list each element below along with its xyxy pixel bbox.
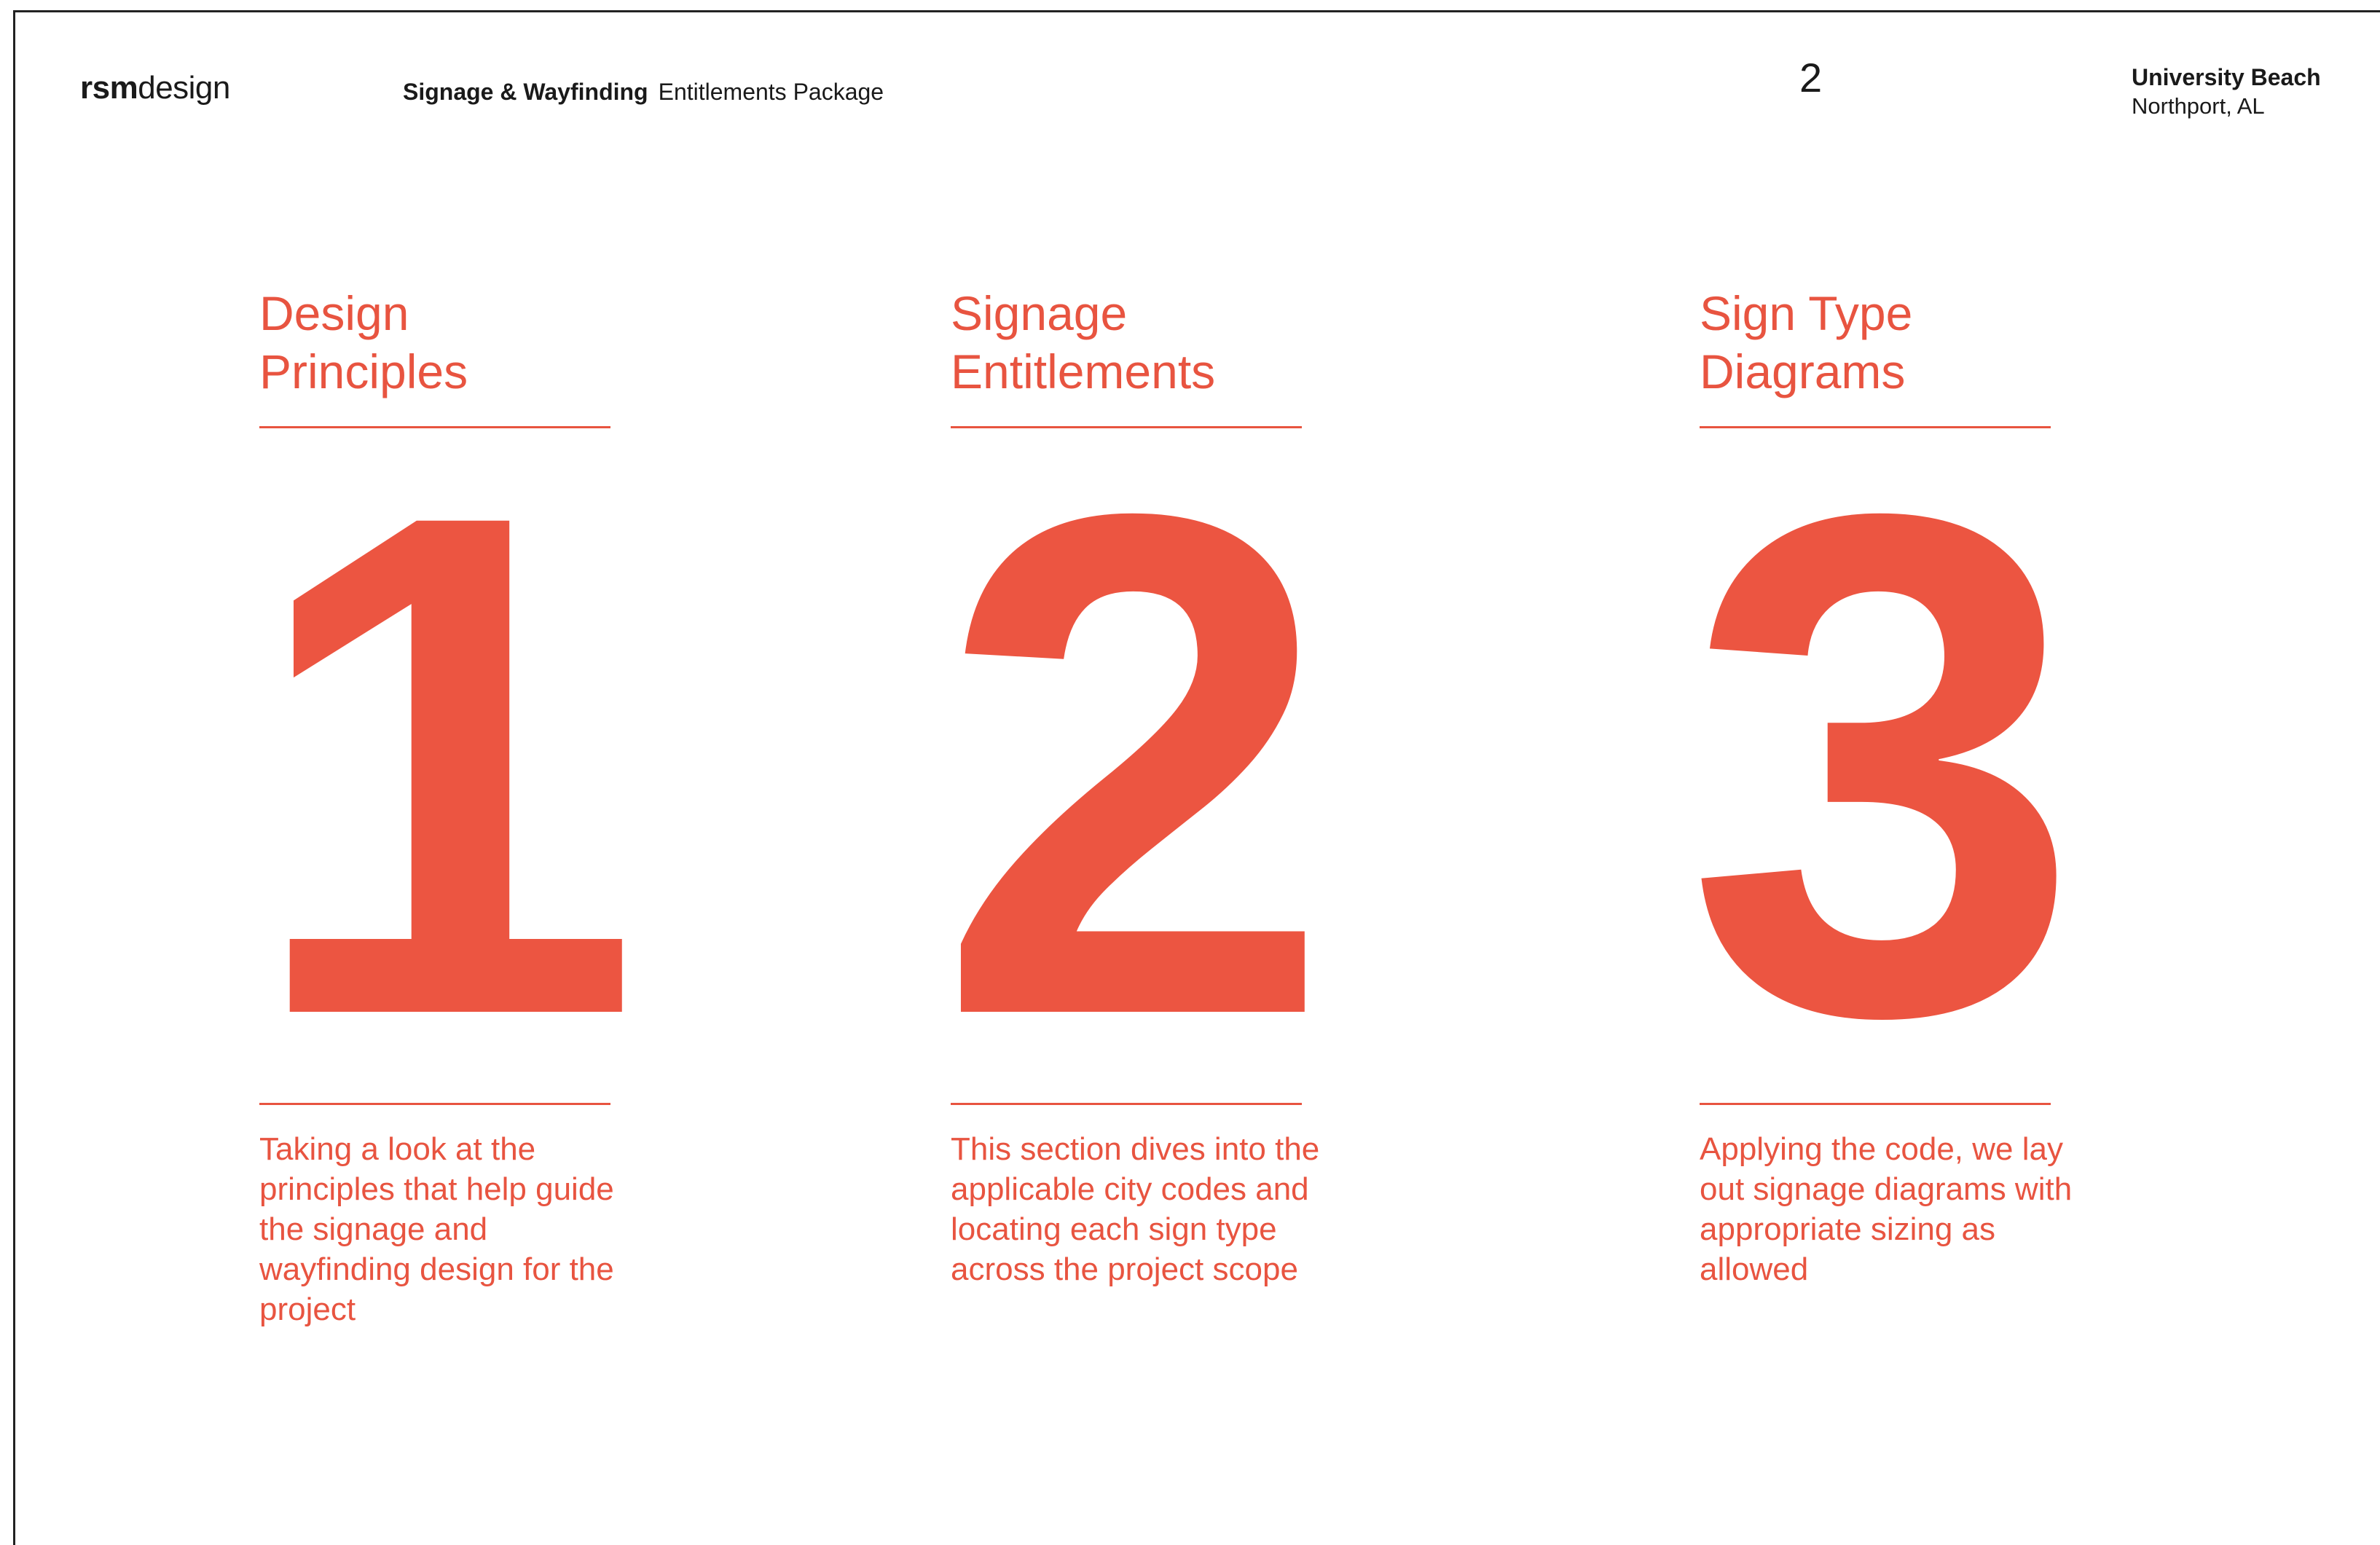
- page-number: 2: [1799, 55, 1823, 101]
- project-location: Northport, AL: [2132, 93, 2265, 119]
- section-description: Applying the code, we lay out signage di…: [1700, 1131, 2073, 1287]
- section-bottom-divider: [259, 1103, 610, 1105]
- section-heading-line1: Sign Type: [1700, 286, 1913, 340]
- brand-logo-light: design: [138, 70, 230, 106]
- document-title: Signage & Wayfinding Entitlements Package: [403, 79, 884, 106]
- section-numeral: 3: [1685, 366, 2082, 1163]
- document-title-bold: Signage & Wayfinding: [403, 79, 648, 105]
- section-numeral: 2: [936, 366, 1333, 1163]
- project-info: University Beach Northport, AL: [2132, 63, 2321, 121]
- section-bottom-divider: [1700, 1103, 2051, 1105]
- section-design-principles: Design Principles 1 Taking a look at the…: [245, 284, 769, 1327]
- document-title-light: Entitlements Package: [658, 79, 884, 105]
- section-description: This section dives into the applicable c…: [951, 1131, 1320, 1287]
- project-name: University Beach: [2132, 64, 2321, 90]
- section-heading-line1: Design: [259, 286, 409, 340]
- section-bottom-divider: [951, 1103, 1302, 1105]
- section-sign-type-diagrams: Sign Type Diagrams 3 Applying the code, …: [1685, 284, 2210, 1287]
- section-signage-entitlements: Signage Entitlements 2 This section dive…: [936, 284, 1461, 1287]
- section-numeral: 1: [245, 366, 642, 1163]
- section-description: Taking a look at the principles that hel…: [259, 1131, 614, 1327]
- brand-logo: rsmdesign: [80, 70, 230, 106]
- brand-logo-bold: rsm: [80, 70, 138, 106]
- section-heading-line1: Signage: [951, 286, 1128, 340]
